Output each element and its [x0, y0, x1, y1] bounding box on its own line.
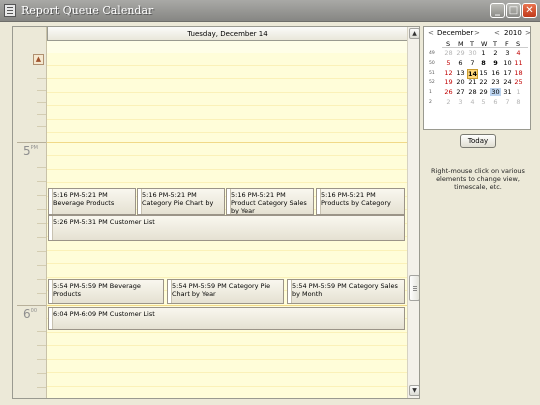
- calendar-day-selected[interactable]: 30: [490, 88, 501, 96]
- time-gutter: ▲ 5PM 600: [13, 27, 47, 398]
- window-client: ▲ 5PM 600 Tuesday, December 14 5:16 PM-5…: [3, 22, 537, 402]
- title-bar: Report Queue Calendar _ □ ✕: [0, 0, 540, 22]
- calendar-day[interactable]: 26: [443, 88, 454, 96]
- week-number: 51: [429, 71, 435, 76]
- calendar-day[interactable]: 27: [455, 88, 466, 96]
- calendar-day[interactable]: 24: [502, 78, 513, 86]
- appointment-item[interactable]: 5:54 PM-5:59 PM Category Pie Chart by Ye…: [167, 279, 284, 304]
- calendar-day[interactable]: 22: [478, 78, 489, 86]
- appointment-item[interactable]: 6:04 PM-6:09 PM Customer List: [48, 307, 405, 330]
- appointment-item[interactable]: 5:16 PM-5:21 PM Category Pie Chart by: [137, 188, 225, 215]
- scroll-up-arrow-icon[interactable]: ▲: [33, 54, 44, 65]
- calendar-day[interactable]: 19: [443, 78, 454, 86]
- calendar-day[interactable]: 10: [502, 59, 513, 67]
- calendar-day[interactable]: 15: [478, 69, 489, 77]
- calendar-day[interactable]: 13: [455, 69, 466, 77]
- scroll-down-icon[interactable]: ▼: [409, 385, 419, 396]
- week-number: 1: [429, 90, 432, 95]
- next-year-icon[interactable]: >: [525, 29, 531, 37]
- calendar-day[interactable]: 6: [490, 98, 501, 106]
- restore-button[interactable]: □: [506, 3, 521, 18]
- close-button[interactable]: ✕: [522, 3, 537, 18]
- appointment-item[interactable]: 5:54 PM-5:59 PM Beverage Products: [48, 279, 164, 304]
- calendar-day[interactable]: 1: [478, 49, 489, 57]
- calendar-day[interactable]: 30: [467, 49, 478, 57]
- calendar-day[interactable]: 28: [443, 49, 454, 57]
- calendar-day[interactable]: 9: [490, 59, 501, 67]
- calendar-app-icon: [4, 4, 16, 17]
- calendar-day[interactable]: 2: [443, 98, 454, 106]
- scroll-thumb[interactable]: [409, 275, 419, 301]
- calendar-year[interactable]: 2010: [504, 29, 522, 37]
- calendar-day[interactable]: 23: [490, 78, 501, 86]
- appointment-item[interactable]: 5:16 PM-5:21 PM Product Category Sales b…: [226, 188, 314, 215]
- calendar-day[interactable]: 4: [513, 49, 524, 57]
- week-number: 49: [429, 51, 435, 56]
- week-number: 2: [429, 100, 432, 105]
- prev-year-icon[interactable]: <: [494, 29, 500, 37]
- hour-label-6pm: 600: [23, 307, 38, 321]
- calendar-day[interactable]: 8: [513, 98, 524, 106]
- hour-label-5pm: 5PM: [23, 144, 38, 158]
- calendar-day[interactable]: 3: [455, 98, 466, 106]
- calendar-day[interactable]: 4: [467, 98, 478, 106]
- week-number: 50: [429, 61, 435, 66]
- calendar-day[interactable]: 7: [502, 98, 513, 106]
- today-button[interactable]: Today: [460, 134, 496, 148]
- calendar-day[interactable]: 3: [502, 49, 513, 57]
- calendar-day[interactable]: 31: [502, 88, 513, 96]
- time-grid[interactable]: 5:16 PM-5:21 PM Beverage Products 5:16 P…: [47, 41, 407, 398]
- calendar-day[interactable]: 28: [467, 88, 478, 96]
- calendar-day[interactable]: 20: [455, 78, 466, 86]
- calendar-day[interactable]: 2: [490, 49, 501, 57]
- appointment-item[interactable]: 5:54 PM-5:59 PM Category Sales by Month: [287, 279, 405, 304]
- scroll-up-icon[interactable]: ▲: [409, 28, 419, 39]
- help-hint-text: Right-mouse click on various elements to…: [431, 167, 525, 191]
- day-header[interactable]: Tuesday, December 14: [47, 27, 407, 41]
- calendar-day[interactable]: 6: [455, 59, 466, 67]
- day-view[interactable]: ▲ 5PM 600 Tuesday, December 14 5:16 PM-5…: [12, 26, 420, 399]
- calendar-day[interactable]: 17: [502, 69, 513, 77]
- appointment-item[interactable]: 5:16 PM-5:21 PM Beverage Products: [48, 188, 136, 215]
- calendar-day[interactable]: 25: [513, 78, 524, 86]
- calendar-day[interactable]: 5: [443, 59, 454, 67]
- calendar-day[interactable]: 12: [443, 69, 454, 77]
- calendar-month[interactable]: December: [437, 29, 473, 37]
- appointment-item[interactable]: 5:26 PM-5:31 PM Customer List: [48, 215, 405, 241]
- next-month-icon[interactable]: >: [474, 29, 480, 37]
- calendar-day[interactable]: 5: [478, 98, 489, 106]
- window-title: Report Queue Calendar: [21, 4, 154, 17]
- calendar-day[interactable]: 1: [513, 88, 524, 96]
- calendar-day[interactable]: 29: [478, 88, 489, 96]
- minimize-button[interactable]: _: [490, 3, 505, 18]
- calendar-day[interactable]: 21: [467, 78, 478, 86]
- prev-month-icon[interactable]: <: [428, 29, 434, 37]
- calendar-day[interactable]: 7: [467, 59, 478, 67]
- appointment-item[interactable]: 5:16 PM-5:21 PM Products by Category: [316, 188, 405, 215]
- calendar-day[interactable]: 8: [478, 59, 489, 67]
- calendar-day[interactable]: 16: [490, 69, 501, 77]
- mini-calendar[interactable]: < December > < 2010 > S M T W T F S 49 5…: [423, 26, 531, 130]
- calendar-day[interactable]: 18: [513, 69, 524, 77]
- week-number: 52: [429, 80, 435, 85]
- vertical-scrollbar[interactable]: ▲ ▼: [407, 27, 419, 398]
- calendar-day[interactable]: 11: [513, 59, 524, 67]
- calendar-day[interactable]: 29: [455, 49, 466, 57]
